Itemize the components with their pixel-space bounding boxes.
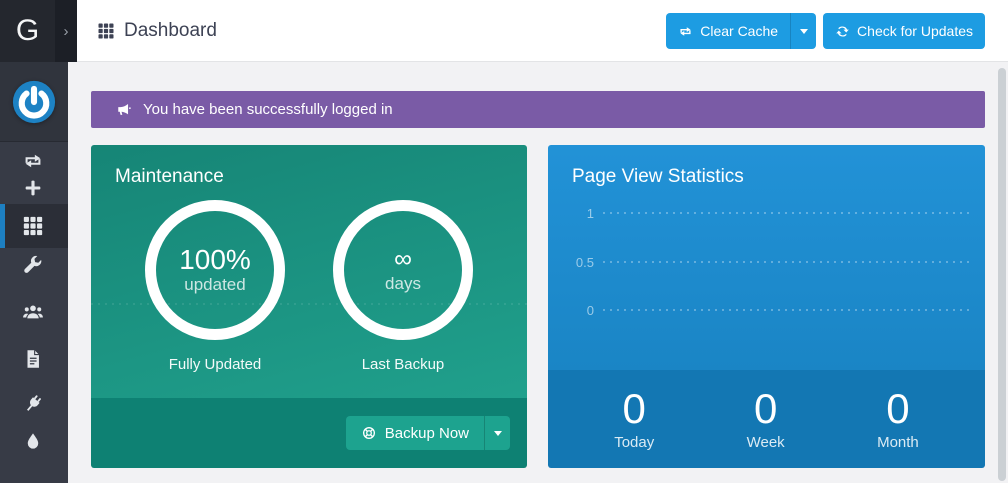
caret-down-icon	[800, 29, 808, 34]
backup-caption: Last Backup	[362, 356, 445, 373]
clear-cache-button-group: Clear Cache	[666, 13, 816, 49]
updated-sub: updated	[184, 275, 245, 295]
refresh-icon	[835, 24, 850, 39]
y-tick-label: 1	[572, 206, 603, 221]
header: Dashboard Clear Cache Check for Updates	[77, 0, 1008, 62]
clear-cache-dropdown-button[interactable]	[790, 13, 816, 49]
week-value: 0	[754, 387, 777, 431]
login-notification: You have been successfully logged in	[91, 91, 985, 128]
content: You have been successfully logged in Mai…	[68, 62, 1008, 483]
page-view-statistics-panel: Page View Statistics 1 0.5 0 0 Today	[548, 145, 985, 468]
file-icon	[22, 348, 44, 370]
notification-text: You have been successfully logged in	[143, 101, 393, 118]
vertical-scrollbar[interactable]	[998, 68, 1006, 481]
caret-down-icon	[494, 431, 502, 436]
week-label: Week	[747, 434, 785, 451]
today-value: 0	[623, 387, 646, 431]
users-icon	[22, 301, 44, 323]
today-label: Today	[614, 434, 654, 451]
month-label: Month	[877, 434, 919, 451]
check-updates-label: Check for Updates	[857, 23, 973, 39]
page-title-text: Dashboard	[124, 20, 217, 42]
last-backup-stat: ∞ days Last Backup	[333, 200, 473, 373]
power-logo-icon	[11, 79, 57, 125]
updated-value: 100%	[179, 245, 251, 276]
backup-button-group: Backup Now	[346, 416, 510, 450]
backup-sub: days	[385, 274, 421, 294]
sidebar-item-configuration[interactable]	[22, 254, 44, 276]
stat-week: 0 Week	[747, 387, 785, 451]
maintenance-panel: Maintenance 100% updated Fully Updated ∞…	[91, 145, 527, 468]
updated-ring: 100% updated	[145, 200, 285, 340]
backup-now-label: Backup Now	[385, 425, 469, 442]
sidebar-item-themes[interactable]	[22, 431, 44, 453]
fully-updated-stat: 100% updated Fully Updated	[145, 200, 285, 373]
sidebar-item-plugins[interactable]	[22, 393, 44, 415]
wrench-icon	[22, 254, 44, 276]
chart-gridline: 0	[572, 302, 973, 318]
statistics-totals: 0 Today 0 Week 0 Month	[548, 370, 985, 468]
retweet-icon	[678, 24, 693, 39]
maintenance-footer: Backup Now	[91, 398, 527, 468]
page-title: Dashboard	[97, 0, 217, 62]
sidebar-item-dashboard[interactable]	[0, 204, 68, 248]
droplet-icon	[22, 431, 44, 453]
sidebar-header: G ›	[0, 0, 77, 62]
sidebar	[0, 0, 68, 483]
grid-icon	[22, 215, 44, 237]
maintenance-body: Maintenance 100% updated Fully Updated ∞…	[91, 145, 527, 398]
life-ring-icon	[361, 425, 377, 441]
y-tick-label: 0	[572, 303, 603, 318]
plug-icon	[22, 393, 44, 415]
grav-logo-button[interactable]	[0, 62, 68, 142]
sidebar-item-cache[interactable]	[22, 150, 44, 172]
backup-ring: ∞ days	[333, 200, 473, 340]
chevron-right-icon: ›	[64, 24, 69, 39]
dashboard-title-icon	[97, 22, 115, 40]
month-value: 0	[886, 387, 909, 431]
plus-icon	[22, 177, 44, 199]
sidebar-item-pages[interactable]	[22, 348, 44, 370]
chart-gridline: 1	[572, 205, 973, 221]
active-indicator	[0, 204, 5, 248]
dotted-gridline	[603, 261, 973, 263]
bullhorn-icon	[116, 101, 133, 118]
updated-caption: Fully Updated	[169, 356, 262, 373]
clear-cache-label: Clear Cache	[700, 23, 778, 39]
sidebar-item-add[interactable]	[22, 177, 44, 199]
dashboard-nav-icon-box	[22, 215, 44, 237]
backup-now-button[interactable]: Backup Now	[346, 416, 484, 450]
maintenance-title: Maintenance	[91, 145, 527, 188]
dashboard-panels: Maintenance 100% updated Fully Updated ∞…	[91, 145, 985, 468]
backup-dropdown-button[interactable]	[484, 416, 510, 450]
app-logo-letter: G	[0, 0, 55, 62]
stat-month: 0 Month	[877, 387, 919, 451]
statistics-chart: Page View Statistics 1 0.5 0	[548, 145, 985, 370]
clear-cache-button[interactable]: Clear Cache	[666, 13, 790, 49]
y-tick-label: 0.5	[572, 255, 603, 270]
sidebar-expand-toggle[interactable]: ›	[55, 0, 77, 62]
retweet-icon	[22, 150, 44, 172]
statistics-title: Page View Statistics	[548, 145, 985, 188]
dotted-gridline	[603, 212, 973, 214]
sidebar-item-accounts[interactable]	[22, 301, 44, 323]
chart-gridline: 0.5	[572, 254, 973, 270]
stat-today: 0 Today	[614, 387, 654, 451]
check-updates-button[interactable]: Check for Updates	[823, 13, 985, 49]
dotted-gridline	[603, 309, 973, 311]
header-actions: Clear Cache Check for Updates	[666, 13, 985, 49]
backup-value: ∞	[394, 246, 412, 274]
